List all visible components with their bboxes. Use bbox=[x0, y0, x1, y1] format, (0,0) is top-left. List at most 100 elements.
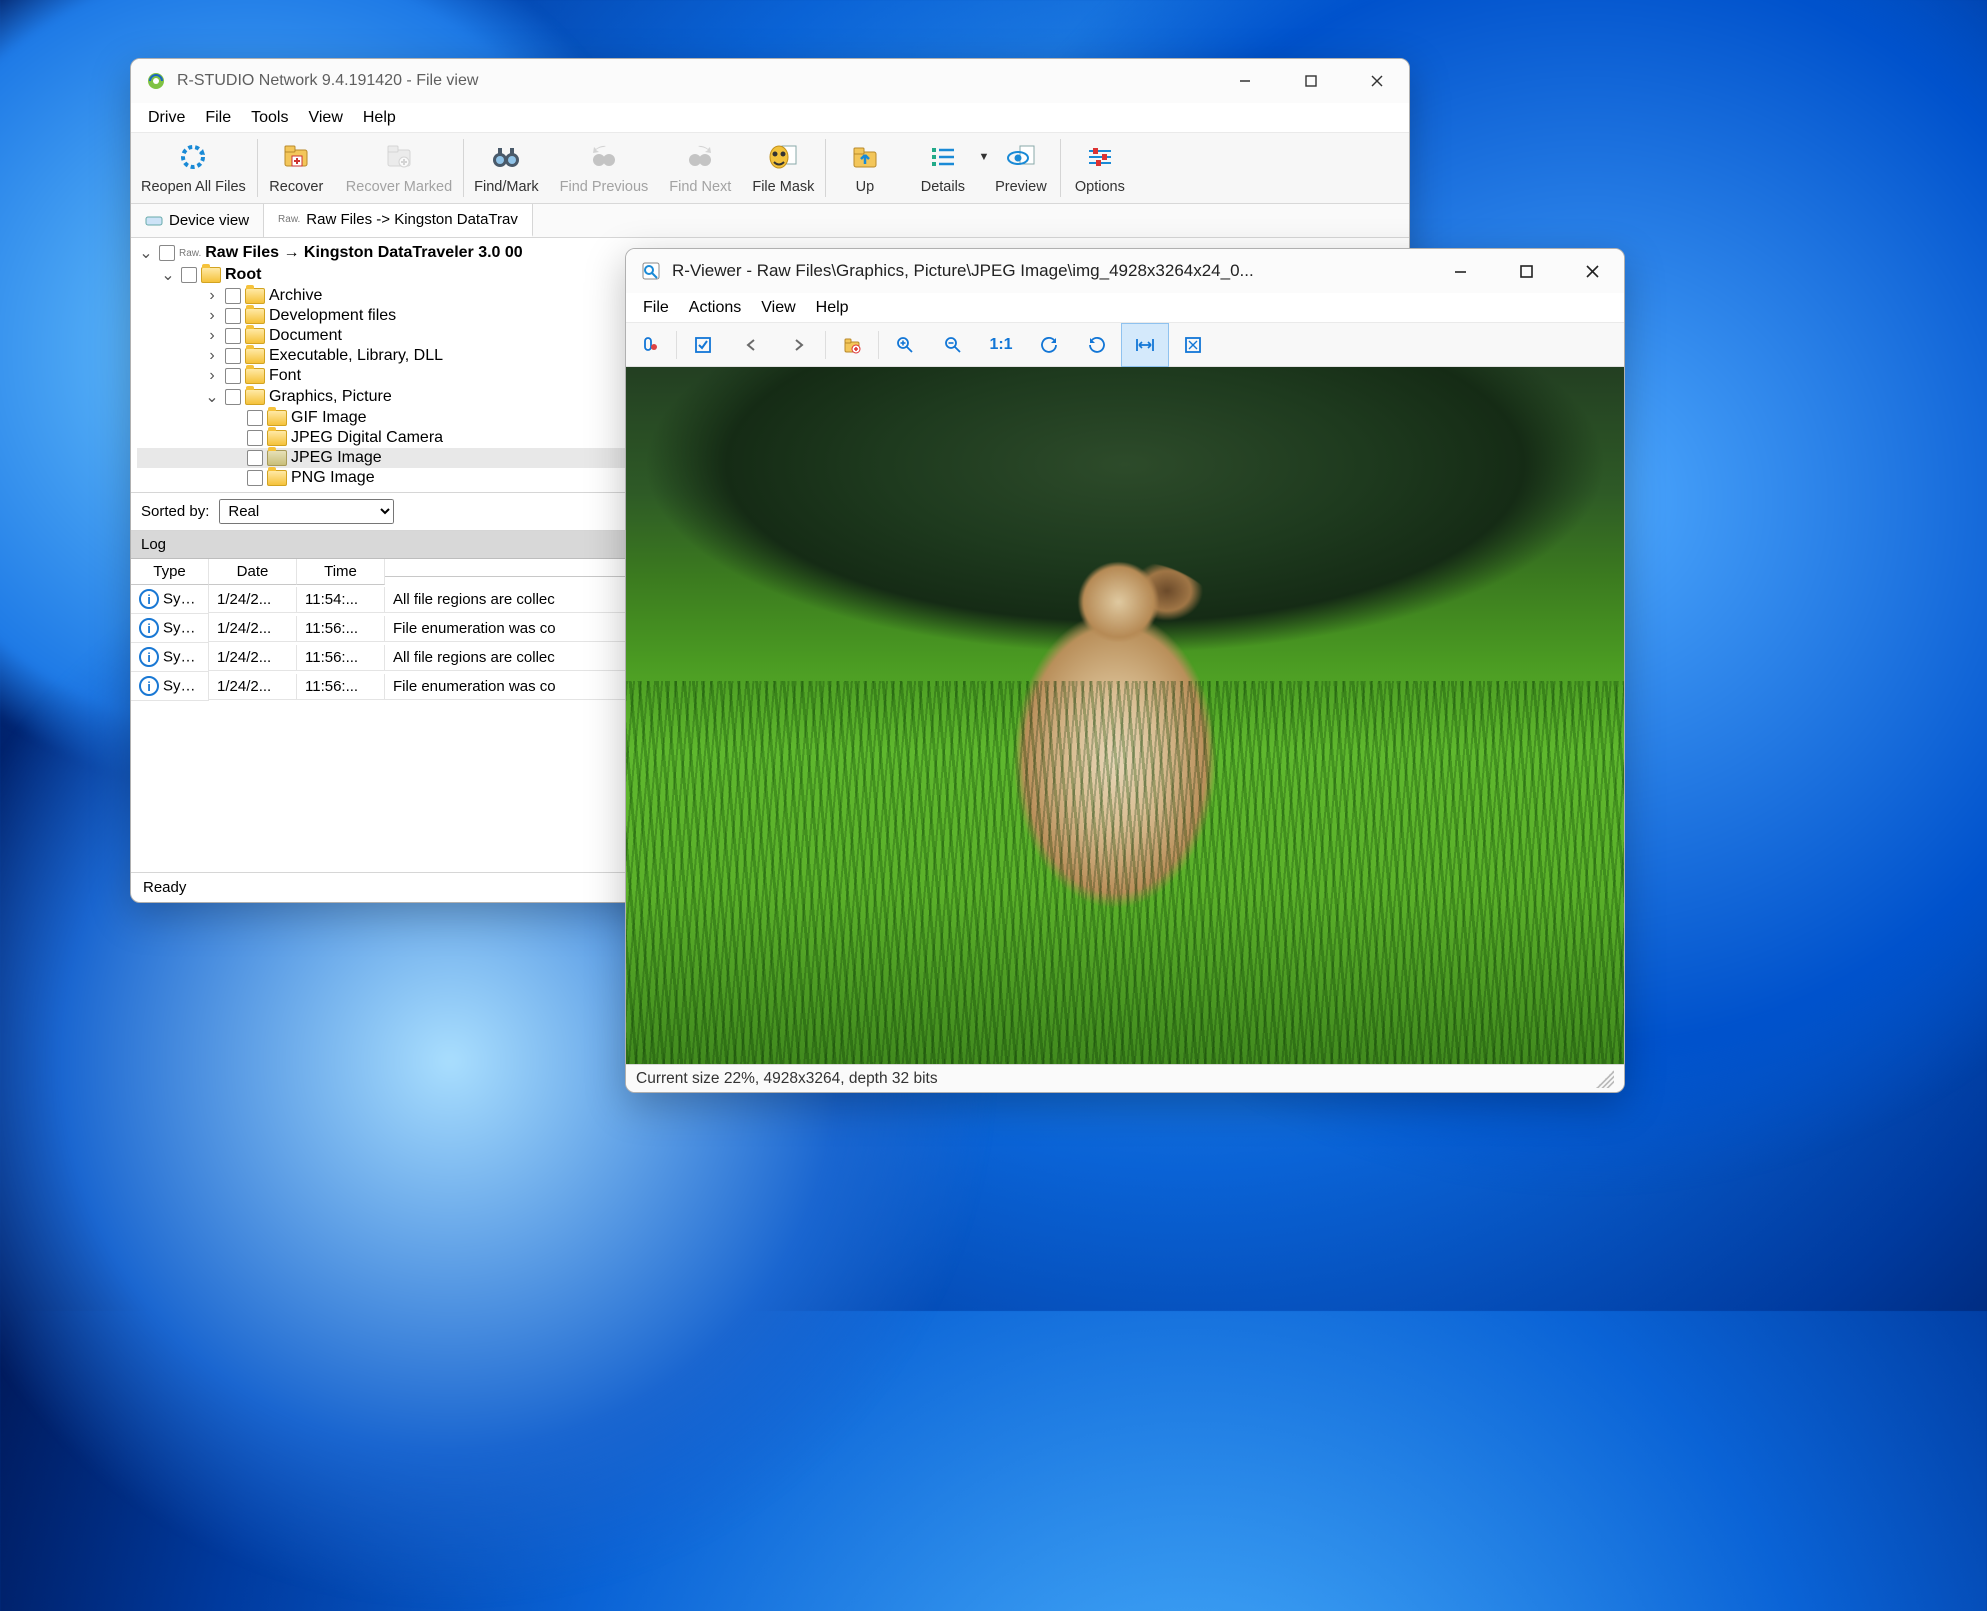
up-button[interactable]: Up bbox=[826, 133, 904, 203]
folder-icon bbox=[245, 288, 265, 304]
tree-item-label: PNG Image bbox=[291, 469, 375, 487]
log-type: iSys... bbox=[131, 672, 209, 701]
image-viewport[interactable] bbox=[626, 367, 1624, 1064]
pin-button[interactable] bbox=[626, 323, 674, 367]
menu-help[interactable]: Help bbox=[356, 107, 403, 129]
details-button[interactable]: Details ▼ bbox=[904, 133, 982, 203]
rotate-cw-button[interactable] bbox=[1073, 323, 1121, 367]
menu-drive[interactable]: Drive bbox=[141, 107, 192, 129]
zoom-out-button[interactable] bbox=[929, 323, 977, 367]
options-icon bbox=[1082, 139, 1118, 175]
log-header-date[interactable]: Date bbox=[209, 559, 297, 585]
folder-icon bbox=[245, 368, 265, 384]
chevron-right-icon[interactable]: › bbox=[203, 287, 221, 305]
chevron-right-icon[interactable]: › bbox=[203, 327, 221, 345]
folder-icon bbox=[201, 267, 221, 283]
folder-icon bbox=[245, 328, 265, 344]
up-icon bbox=[847, 139, 883, 175]
fullscreen-button[interactable] bbox=[1169, 323, 1217, 367]
checkbox[interactable] bbox=[225, 308, 241, 324]
details-dropdown-arrow-icon[interactable]: ▼ bbox=[979, 151, 990, 163]
resize-grip[interactable] bbox=[1596, 1070, 1614, 1088]
prev-button[interactable] bbox=[727, 323, 775, 367]
chevron-right-icon[interactable]: › bbox=[203, 307, 221, 325]
viewer-menu-help[interactable]: Help bbox=[809, 297, 856, 319]
maximize-button[interactable] bbox=[1283, 61, 1339, 101]
log-header-time[interactable]: Time bbox=[297, 559, 385, 585]
viewer-titlebar[interactable]: R-Viewer - Raw Files\Graphics, Picture\J… bbox=[626, 249, 1624, 293]
checkbox[interactable] bbox=[225, 348, 241, 364]
chevron-down-icon[interactable]: ⌄ bbox=[137, 243, 155, 263]
viewer-statusbar: Current size 22%, 4928x3264, depth 32 bi… bbox=[626, 1064, 1624, 1092]
fit-width-button[interactable] bbox=[1121, 323, 1169, 367]
minimize-button[interactable] bbox=[1217, 61, 1273, 101]
file-mask-icon bbox=[765, 139, 801, 175]
find-next-button[interactable]: Find Next bbox=[659, 133, 742, 203]
menu-tools[interactable]: Tools bbox=[244, 107, 295, 129]
log-header-type[interactable]: Type bbox=[131, 559, 209, 585]
close-button[interactable] bbox=[1349, 61, 1405, 101]
chevron-down-icon[interactable]: ⌄ bbox=[203, 387, 221, 407]
checkbox[interactable] bbox=[181, 267, 197, 283]
pin-icon bbox=[641, 336, 659, 354]
viewer-menu-file[interactable]: File bbox=[636, 297, 676, 319]
checkbox[interactable] bbox=[247, 470, 263, 486]
tree-item-label: GIF Image bbox=[291, 409, 367, 427]
zoom-in-button[interactable] bbox=[881, 323, 929, 367]
recover-marked-icon bbox=[381, 139, 417, 175]
chevron-down-icon[interactable]: ⌄ bbox=[159, 265, 177, 285]
checkbox[interactable] bbox=[247, 410, 263, 426]
actual-size-button[interactable]: 1:1 bbox=[977, 323, 1025, 367]
options-button[interactable]: Options bbox=[1061, 133, 1139, 203]
reopen-all-files-button[interactable]: Reopen All Files bbox=[131, 133, 257, 203]
viewer-minimize-button[interactable] bbox=[1432, 251, 1488, 291]
tree-root-path-label: Raw Files → Kingston DataTraveler 3.0 00 bbox=[205, 244, 522, 262]
viewer-toolbar: 1:1 bbox=[626, 323, 1624, 367]
checkbox[interactable] bbox=[225, 328, 241, 344]
window-title: R-STUDIO Network 9.4.191420 - File view bbox=[177, 72, 1207, 90]
tree-item-label: Document bbox=[269, 327, 342, 345]
titlebar[interactable]: R-STUDIO Network 9.4.191420 - File view bbox=[131, 59, 1409, 103]
tree-item-label: Font bbox=[269, 367, 301, 385]
zoom-in-icon bbox=[896, 336, 914, 354]
tab-raw-files-label: Raw Files -> Kingston DataTrav bbox=[306, 211, 518, 228]
find-previous-button[interactable]: Find Previous bbox=[550, 133, 660, 203]
log-date: 1/24/2... bbox=[209, 645, 297, 671]
log-time: 11:56:... bbox=[297, 645, 385, 671]
recover-button[interactable]: Recover bbox=[258, 133, 336, 203]
chevron-right-icon[interactable]: › bbox=[203, 347, 221, 365]
recover-marked-button[interactable]: Recover Marked bbox=[336, 133, 463, 203]
tree-item-label: JPEG Digital Camera bbox=[291, 429, 443, 447]
menu-file[interactable]: File bbox=[198, 107, 238, 129]
menu-view[interactable]: View bbox=[301, 107, 349, 129]
details-label: Details bbox=[921, 179, 965, 195]
checkbox[interactable] bbox=[225, 389, 241, 405]
mark-checkbox-icon bbox=[694, 336, 712, 354]
checkbox[interactable] bbox=[159, 245, 175, 261]
sort-select[interactable]: Real bbox=[219, 499, 394, 524]
recover-selected-button[interactable] bbox=[828, 323, 876, 367]
viewer-close-button[interactable] bbox=[1564, 251, 1620, 291]
next-button[interactable] bbox=[775, 323, 823, 367]
checkbox[interactable] bbox=[247, 450, 263, 466]
tab-raw-files[interactable]: Raw. Raw Files -> Kingston DataTrav bbox=[264, 204, 533, 237]
mark-button[interactable] bbox=[679, 323, 727, 367]
viewer-status-text: Current size 22%, 4928x3264, depth 32 bi… bbox=[636, 1070, 938, 1088]
checkbox[interactable] bbox=[247, 430, 263, 446]
checkbox[interactable] bbox=[225, 368, 241, 384]
find-mark-button[interactable]: Find/Mark bbox=[464, 133, 549, 203]
preview-button[interactable]: Preview bbox=[982, 133, 1060, 203]
viewer-menu-view[interactable]: View bbox=[754, 297, 802, 319]
file-mask-button[interactable]: File Mask bbox=[742, 133, 825, 203]
up-label: Up bbox=[856, 179, 875, 195]
viewer-menu-actions[interactable]: Actions bbox=[682, 297, 748, 319]
log-time: 11:56:... bbox=[297, 674, 385, 700]
find-next-icon bbox=[682, 139, 718, 175]
preview-label: Preview bbox=[995, 179, 1047, 195]
checkbox[interactable] bbox=[225, 288, 241, 304]
rotate-ccw-button[interactable] bbox=[1025, 323, 1073, 367]
tab-device-view[interactable]: Device view bbox=[131, 204, 264, 237]
viewer-maximize-button[interactable] bbox=[1498, 251, 1554, 291]
chevron-right-icon[interactable]: › bbox=[203, 367, 221, 385]
preview-image bbox=[626, 367, 1624, 1064]
